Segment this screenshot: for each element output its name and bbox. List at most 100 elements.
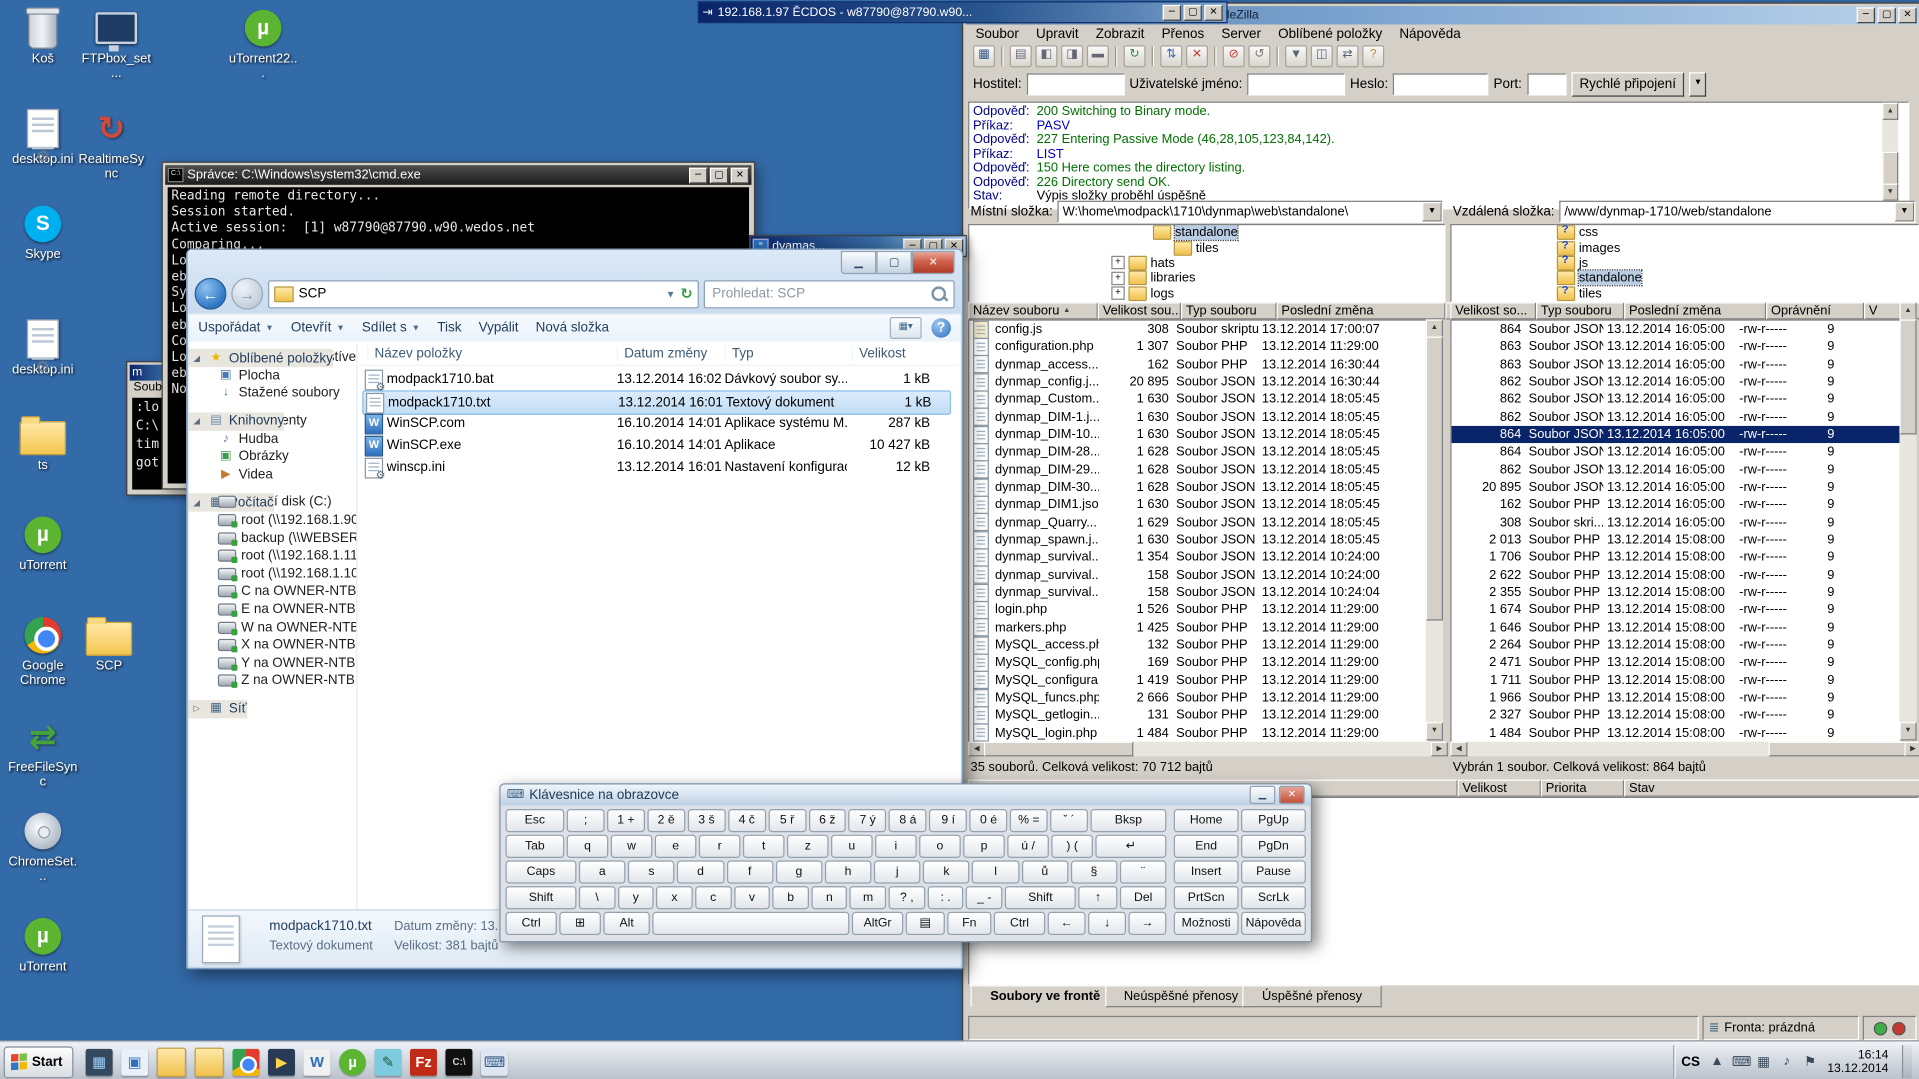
folder-icon[interactable] [157, 1047, 186, 1076]
sidebar-group-0[interactable]: ◢★Oblíbené položky [188, 349, 332, 367]
refresh-icon[interactable]: ↻ [1124, 45, 1146, 67]
password-input[interactable] [1393, 73, 1488, 95]
remote-folder-combo[interactable]: /www/dynmap-1710/web/standalone ▼ [1559, 201, 1915, 223]
reconnect-icon[interactable]: ↺ [1248, 45, 1270, 67]
desktop-icon-ini-file[interactable]: ⚙desktop.ini [7, 108, 78, 167]
key-Možnosti[interactable]: Možnosti [1174, 912, 1239, 935]
file-row[interactable]: dynmap_survival...1 354Soubor JSON13.12.… [969, 549, 1427, 567]
key-Shift[interactable]: Shift [1005, 886, 1076, 909]
log-view-icon[interactable]: ▤ [1010, 45, 1032, 67]
desktop-icon-recycle-bin[interactable]: Koš [7, 7, 78, 66]
key-6-ž[interactable]: 6 ž [808, 809, 846, 832]
key-s[interactable]: s [628, 860, 675, 883]
file-row[interactable]: 1 706Soubor PHP13.12.2014 15:08:00-rw-r-… [1452, 549, 1900, 567]
file-row[interactable]: dynmap_survival...158Soubor JSON13.12.20… [969, 566, 1427, 584]
compare-directories-icon[interactable]: ◫ [1311, 45, 1333, 67]
file-row[interactable]: 20 895Soubor JSON13.12.2014 16:05:00-rw-… [1452, 478, 1900, 496]
local-list-scrollbar[interactable]: ▲ ▼ [1426, 319, 1443, 740]
key-0-é[interactable]: 0 é [970, 809, 1008, 832]
sidebar-item[interactable]: Z na OWNER-NTB [188, 672, 356, 690]
desktop-icon-folder[interactable]: ts [7, 414, 78, 473]
key-4-č[interactable]: 4 č [728, 809, 766, 832]
sidebar-item[interactable]: root (\\192.168.1.100 [188, 565, 356, 583]
menu-item[interactable]: Zobrazit [1088, 27, 1151, 42]
key-PrtScn[interactable]: PrtScn [1174, 886, 1239, 909]
local-hscrollbar[interactable]: ◀ ▶ [968, 742, 1448, 757]
key-PgDn[interactable]: PgDn [1241, 835, 1306, 858]
command-otevřít[interactable]: Otevřít▼ [291, 321, 345, 336]
network-icon[interactable]: ▦ [1755, 1054, 1772, 1070]
file-row[interactable]: 863Soubor JSON13.12.2014 16:05:00-rw-r--… [1452, 338, 1900, 356]
key-q[interactable]: q [567, 835, 609, 858]
column-header[interactable]: Priorita [1541, 780, 1624, 797]
find-files-icon[interactable]: ? [1362, 45, 1384, 67]
filezilla-icon[interactable]: Fz [410, 1048, 437, 1075]
remote-hscrollbar[interactable]: ◀ ▶ [1450, 742, 1919, 757]
file-row[interactable]: dynmap_DIM1.json1 630Soubor JSON13.12.20… [969, 496, 1427, 514]
file-row[interactable]: 862Soubor JSON13.12.2014 16:05:00-rw-r--… [1452, 408, 1900, 426]
menu-item[interactable]: Server [1214, 27, 1268, 42]
key-ScrLk[interactable]: ScrLk [1241, 886, 1306, 909]
key-g[interactable]: g [776, 860, 823, 883]
key-l[interactable]: l [972, 860, 1019, 883]
documents-folder-icon[interactable] [195, 1047, 224, 1076]
key-3-š[interactable]: 3 š [688, 809, 726, 832]
start-button[interactable]: Start [4, 1046, 74, 1078]
key-h[interactable]: h [825, 860, 872, 883]
remote-tree-view-icon[interactable]: ◨ [1061, 45, 1083, 67]
key-Nápověda[interactable]: Nápověda [1241, 912, 1306, 935]
file-row[interactable]: 862Soubor JSON13.12.2014 16:05:00-rw-r--… [1452, 461, 1900, 479]
column-header[interactable]: Typ [725, 346, 754, 361]
command-uspořádat[interactable]: Uspořádat▼ [198, 321, 274, 336]
file-row[interactable]: markers.php1 425Soubor PHP13.12.2014 11:… [969, 619, 1427, 637]
minimize-button[interactable]: ▁ [841, 251, 876, 274]
desktop-icon-utorrent[interactable]: µuTorrent [7, 514, 78, 573]
key-↓[interactable]: ↓ [1088, 912, 1126, 935]
key-o[interactable]: o [919, 835, 961, 858]
key-i[interactable]: i [875, 835, 917, 858]
key-d[interactable]: d [677, 860, 724, 883]
column-header[interactable]: Název souboru▲ [968, 302, 1098, 319]
desktop-icon-folder[interactable]: SCP [73, 614, 144, 673]
key-t[interactable]: t [743, 835, 785, 858]
action-center-icon[interactable]: ⚑ [1802, 1054, 1819, 1070]
tree-item[interactable]: ?images [1452, 240, 1918, 255]
maximize-button[interactable]: ▢ [1184, 4, 1202, 20]
chrome-icon[interactable] [233, 1048, 260, 1075]
cmd-icon[interactable]: C:\ [446, 1048, 473, 1075]
cmd-titlebar[interactable]: C:\ Správce: C:\Windows\system32\cmd.exe… [165, 165, 751, 185]
menu-item[interactable]: Oblíbené položky [1271, 27, 1390, 42]
column-header[interactable]: Oprávnění [1766, 302, 1864, 319]
sidebar-item[interactable]: Y na OWNER-NTB [188, 654, 356, 672]
file-row[interactable]: 1 966Soubor PHP13.12.2014 15:08:00-rw-r-… [1452, 689, 1900, 707]
sidebar-group-3[interactable]: ▷▦Síť [188, 700, 246, 718]
key-7-ý[interactable]: 7 ý [849, 809, 887, 832]
key-ú-/[interactable]: ú / [1007, 835, 1049, 858]
port-input[interactable] [1527, 73, 1566, 95]
key-Caps[interactable]: Caps [505, 860, 576, 883]
key-5-ř[interactable]: 5 ř [768, 809, 806, 832]
close-button[interactable]: ✕ [912, 251, 955, 274]
winscp-icon[interactable]: W [304, 1048, 331, 1075]
column-header[interactable]: Velikost so... [1450, 302, 1536, 319]
column-header[interactable]: Název položky [367, 346, 462, 361]
key-x[interactable]: x [656, 886, 692, 909]
expand-icon[interactable]: + [1111, 256, 1124, 269]
key-\[interactable]: \ [579, 886, 615, 909]
tab-1[interactable]: Neúspěšné přenosy [1105, 985, 1257, 1007]
key-e[interactable]: e [655, 835, 697, 858]
file-row[interactable]: MySQL_getlogin...131Soubor PHP13.12.2014… [969, 706, 1427, 724]
key-u[interactable]: u [831, 835, 873, 858]
file-row[interactable]: MySQL_funcs.php2 666Soubor PHP13.12.2014… [969, 689, 1427, 707]
log-scrollbar[interactable]: ▲ ▼ [1882, 103, 1898, 201]
command-nová-složka[interactable]: Nová složka [536, 321, 609, 336]
sidebar-item[interactable]: backup (\\WEBSERVER [188, 529, 356, 547]
notepad-icon[interactable]: ✎ [375, 1048, 402, 1075]
key-8-á[interactable]: 8 á [889, 809, 927, 832]
clock[interactable]: 16:14 13.12.2014 [1827, 1048, 1893, 1075]
file-row[interactable]: dynmap_survival...158Soubor JSON13.12.20… [969, 584, 1427, 602]
quickconnect-button[interactable]: Rychlé připojení [1571, 72, 1685, 96]
desktop-icon-ini-file[interactable]: ⚙desktop.ini [7, 318, 78, 377]
key-9-í[interactable]: 9 í [929, 809, 967, 832]
chevron-down-icon[interactable]: ▼ [666, 288, 676, 299]
